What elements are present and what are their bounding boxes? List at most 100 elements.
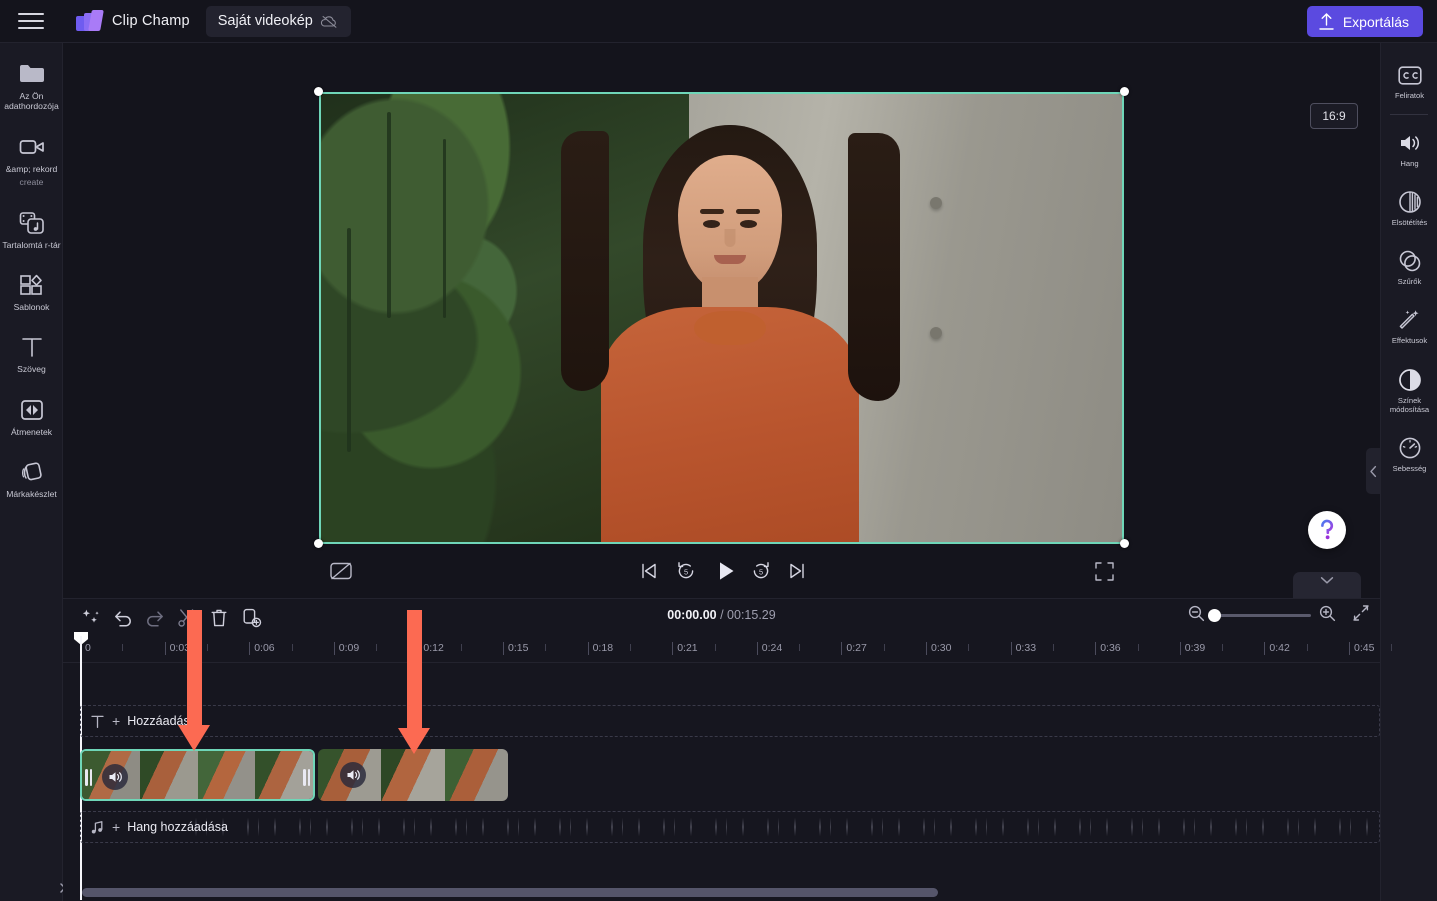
timeline-ruler[interactable]: 0 0:03 0:06 0:09 0:12 0:15 0:18 0:21 0:24 0:27 0:3… bbox=[63, 636, 1393, 663]
bottom-drawer-tab[interactable] bbox=[1293, 572, 1361, 598]
ruler-label: 0:09 bbox=[338, 642, 360, 654]
aspect-ratio-badge[interactable]: 16:9 bbox=[1310, 103, 1358, 129]
timeline-scrollbar[interactable] bbox=[82, 888, 1362, 897]
cloud-offline-icon bbox=[320, 15, 337, 28]
right-item-label: Szűrők bbox=[1397, 277, 1422, 287]
text-track-icon bbox=[91, 715, 104, 728]
zoom-slider[interactable] bbox=[1208, 609, 1311, 622]
camera-record-icon bbox=[19, 134, 45, 160]
resize-handle-top-right[interactable] bbox=[1120, 87, 1129, 96]
content-library-icon bbox=[19, 210, 45, 236]
current-time: 00:00.00 bbox=[667, 608, 717, 622]
sidebar-item-label: Tartalomtá r-tár bbox=[2, 239, 61, 250]
ruler-label: 0:03 bbox=[169, 642, 191, 654]
ruler-tick-minor bbox=[376, 644, 378, 651]
chevron-down-icon bbox=[1320, 577, 1334, 584]
rewind-5s-icon[interactable]: 5 bbox=[673, 558, 699, 584]
ruler-tick-minor bbox=[1222, 644, 1224, 651]
ruler-tick-minor bbox=[1391, 644, 1393, 651]
sidebar-item-transitions[interactable]: Átmenetek bbox=[0, 389, 63, 443]
right-item-adjust-colors[interactable]: Színek módosítása bbox=[1381, 360, 1437, 419]
sidebar-item-templates[interactable]: Sablonok bbox=[0, 264, 63, 318]
ruler-label: 0:12 bbox=[423, 642, 444, 654]
export-button[interactable]: Exportálás bbox=[1306, 6, 1423, 37]
brand[interactable]: Clip Champ bbox=[76, 10, 190, 32]
clip-audio-icon[interactable] bbox=[102, 764, 128, 790]
project-tab[interactable]: Saját videokép bbox=[205, 5, 351, 37]
right-item-fade[interactable]: Elsötétítés bbox=[1381, 182, 1437, 232]
right-item-label: Sebesség bbox=[1392, 463, 1427, 473]
help-button[interactable] bbox=[1308, 511, 1346, 549]
clip-audio-icon[interactable] bbox=[340, 762, 366, 788]
resize-handle-top-left[interactable] bbox=[314, 87, 323, 96]
svg-text:5: 5 bbox=[684, 567, 688, 576]
ruler-tick-minor bbox=[291, 644, 293, 651]
ruler-label: 0:45 bbox=[1354, 642, 1375, 654]
ruler-tick-minor bbox=[883, 644, 885, 651]
templates-icon bbox=[19, 272, 45, 298]
ruler-tick-minor bbox=[968, 644, 970, 651]
divider bbox=[1390, 114, 1428, 116]
ruler-tick-minor bbox=[206, 644, 208, 651]
table-row[interactable] bbox=[80, 749, 315, 801]
skip-next-icon[interactable] bbox=[784, 558, 810, 584]
audio-track[interactable]: + Hang hozzáadása bbox=[80, 811, 1380, 843]
right-item-audio[interactable]: Hang bbox=[1381, 123, 1437, 173]
add-text-label: Hozzáadás bbox=[127, 714, 190, 728]
table-row[interactable] bbox=[318, 749, 508, 801]
text-icon bbox=[19, 334, 45, 360]
clipchamp-editor: Clip Champ Saját videokép Exportálás Az … bbox=[0, 0, 1437, 901]
media-folder-icon bbox=[19, 61, 45, 87]
ruler-tick-minor bbox=[1052, 644, 1054, 651]
zoom-slider-knob[interactable] bbox=[1208, 609, 1221, 622]
right-item-label: Feliratok bbox=[1394, 91, 1425, 100]
panel-collapse-handle[interactable] bbox=[1366, 448, 1380, 494]
sidebar-item-record-create[interactable]: &amp; rekord create bbox=[0, 126, 63, 194]
audio-waveform bbox=[189, 816, 1379, 838]
play-icon[interactable] bbox=[711, 556, 741, 586]
timeline-scrollbar-thumb[interactable] bbox=[82, 888, 938, 897]
forward-5s-icon[interactable]: 5 bbox=[748, 558, 774, 584]
right-item-speed[interactable]: Sebesség bbox=[1381, 428, 1437, 478]
add-text-placeholder[interactable]: + Hozzáadás bbox=[81, 707, 190, 735]
sidebar-item-text[interactable]: Szöveg bbox=[0, 326, 63, 380]
clip-trim-handle-left[interactable] bbox=[84, 765, 93, 789]
sidebar-item-your-media[interactable]: Az Ön adathordozója bbox=[0, 53, 63, 118]
clip-trim-handle-right[interactable] bbox=[302, 765, 311, 789]
add-audio-plus: + bbox=[112, 819, 121, 835]
chevron-left-icon bbox=[1369, 465, 1376, 477]
brand-kit-icon bbox=[19, 459, 45, 485]
menu-hamburger-icon[interactable] bbox=[16, 10, 46, 32]
text-track[interactable]: + Hozzáadás bbox=[80, 705, 1380, 737]
zoom-in-icon[interactable] bbox=[1319, 605, 1336, 627]
ruler-label: 0:24 bbox=[761, 642, 783, 654]
timeline-zoom-controls bbox=[1188, 604, 1370, 627]
ruler-tick-minor bbox=[1137, 644, 1139, 651]
right-item-filters[interactable]: Szűrők bbox=[1381, 241, 1437, 291]
timeline-toolbar: 00:00.00 / 00:15.29 bbox=[63, 599, 1380, 636]
skip-previous-icon[interactable] bbox=[636, 558, 662, 584]
time-separator: / bbox=[716, 608, 728, 622]
fullscreen-icon[interactable] bbox=[1091, 558, 1117, 584]
sidebar-item-brand-kit[interactable]: Márkakészlet bbox=[0, 451, 67, 893]
fade-icon bbox=[1398, 190, 1422, 214]
sidebar-item-label: Sablonok bbox=[13, 302, 50, 313]
fit-timeline-icon[interactable] bbox=[1352, 604, 1370, 627]
zoom-out-icon[interactable] bbox=[1188, 605, 1205, 627]
right-item-label: Színek módosítása bbox=[1389, 395, 1430, 414]
resize-handle-bottom-left[interactable] bbox=[314, 539, 323, 548]
sidebar-item-label: Szöveg bbox=[17, 364, 46, 375]
captions-off-icon[interactable] bbox=[328, 558, 354, 584]
time-readout: 00:00.00 / 00:15.29 bbox=[63, 608, 1380, 622]
video-preview[interactable] bbox=[319, 92, 1124, 544]
left-sidebar: Az Ön adathordozója &amp; rekord create bbox=[0, 43, 67, 901]
add-audio-placeholder[interactable]: + Hang hozzáadása bbox=[81, 813, 228, 841]
sidebar-item-label: Márkakészlet bbox=[6, 489, 57, 500]
ruler-tick-minor bbox=[799, 644, 801, 651]
resize-handle-bottom-right[interactable] bbox=[1120, 539, 1129, 548]
sidebar-item-content-library[interactable]: Tartalomtá r-tár bbox=[0, 202, 63, 256]
ruler-tick-minor bbox=[545, 644, 547, 651]
closed-captions-icon bbox=[1397, 63, 1422, 87]
right-item-effects[interactable]: Effektusok bbox=[1381, 300, 1437, 350]
right-item-captions[interactable]: Feliratok bbox=[1381, 55, 1437, 105]
